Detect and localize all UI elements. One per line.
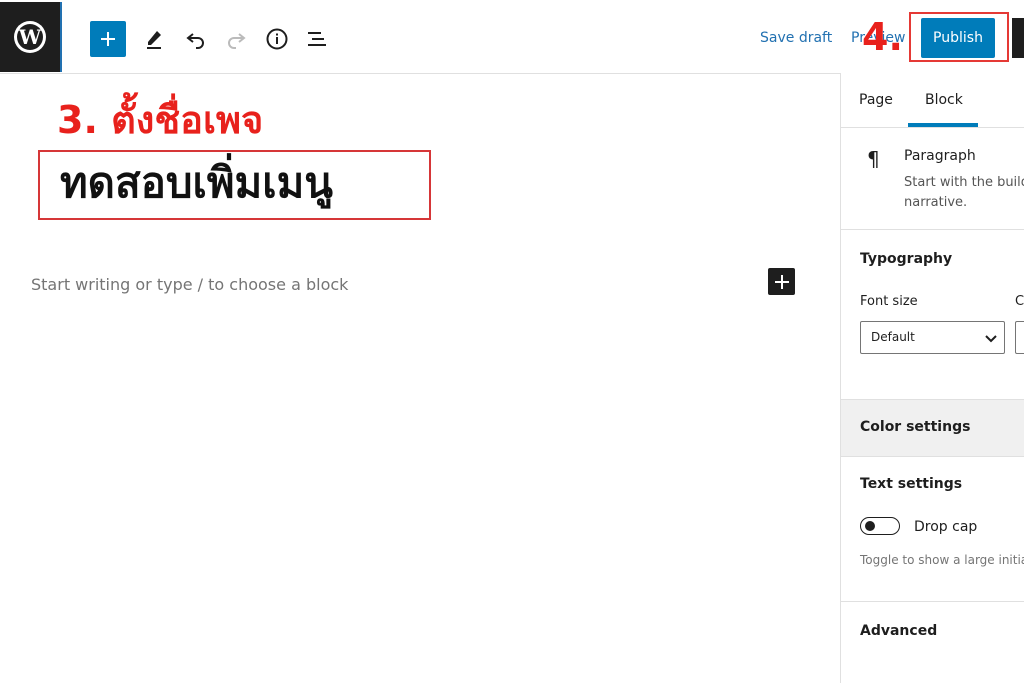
- divider: [841, 229, 1024, 230]
- info-icon: [266, 28, 288, 50]
- chevron-down-icon: [985, 335, 997, 343]
- text-settings-title[interactable]: Text settings: [860, 476, 962, 492]
- plus-icon: [101, 32, 115, 46]
- advanced-title[interactable]: Advanced: [860, 623, 937, 639]
- font-size-value: Default: [871, 330, 915, 344]
- save-draft-button[interactable]: Save draft: [760, 30, 832, 46]
- block-description-line: narrative.: [904, 195, 968, 210]
- drop-cap-toggle[interactable]: [860, 517, 900, 535]
- undo-button[interactable]: [182, 25, 210, 53]
- publish-button[interactable]: Publish: [921, 18, 995, 58]
- tab-page[interactable]: Page: [859, 92, 893, 108]
- settings-sidebar: Page Block ¶ Paragraph Start with the bu…: [840, 73, 1024, 683]
- block-name: Paragraph: [904, 148, 976, 164]
- font-size-select[interactable]: Default: [860, 321, 1005, 354]
- block-description-line: Start with the build: [904, 175, 1024, 190]
- active-tab-indicator: [908, 123, 978, 127]
- svg-text:W: W: [18, 25, 42, 49]
- pencil-icon: [147, 31, 161, 49]
- step-4-annotation: 4.: [862, 15, 903, 59]
- block-placeholder[interactable]: Start writing or type / to choose a bloc…: [31, 275, 348, 294]
- redo-icon: [228, 33, 246, 49]
- toggle-knob: [865, 521, 875, 531]
- list-view-icon: [308, 32, 326, 46]
- color-settings-panel[interactable]: Color settings: [841, 399, 1024, 457]
- sidebar-tabs: Page Block: [841, 73, 1024, 128]
- plus-icon: [774, 274, 789, 289]
- custom-size-input[interactable]: [1015, 321, 1024, 354]
- font-size-label: Font size: [860, 294, 918, 309]
- undo-icon: [186, 33, 204, 49]
- inline-add-block-button[interactable]: [768, 268, 795, 295]
- list-view-button[interactable]: [303, 25, 331, 53]
- wordpress-icon: W: [14, 21, 46, 53]
- tab-block[interactable]: Block: [925, 92, 963, 108]
- paragraph-icon: ¶: [867, 147, 880, 171]
- typography-title[interactable]: Typography: [860, 251, 952, 267]
- custom-size-label: C: [1015, 294, 1024, 309]
- redo-button[interactable]: [222, 25, 250, 53]
- tools-button[interactable]: [140, 25, 168, 53]
- drop-cap-help: Toggle to show a large initia: [860, 553, 1024, 567]
- wordpress-logo-button[interactable]: W: [0, 2, 62, 72]
- add-block-button[interactable]: [90, 21, 126, 57]
- block-description: Start with the build narrative.: [904, 173, 1024, 213]
- step-3-annotation: 3. ตั้งชื่อเพจ: [57, 98, 264, 142]
- page-title[interactable]: ทดสอบเพิ่มเมนู: [60, 158, 333, 208]
- details-button[interactable]: [263, 25, 291, 53]
- divider: [841, 601, 1024, 602]
- settings-toggle-button[interactable]: [1012, 18, 1024, 58]
- drop-cap-label[interactable]: Drop cap: [914, 519, 977, 535]
- color-settings-title[interactable]: Color settings: [860, 419, 970, 435]
- editor-toolbar: W Save draft Preview Publish 4.: [0, 0, 1024, 74]
